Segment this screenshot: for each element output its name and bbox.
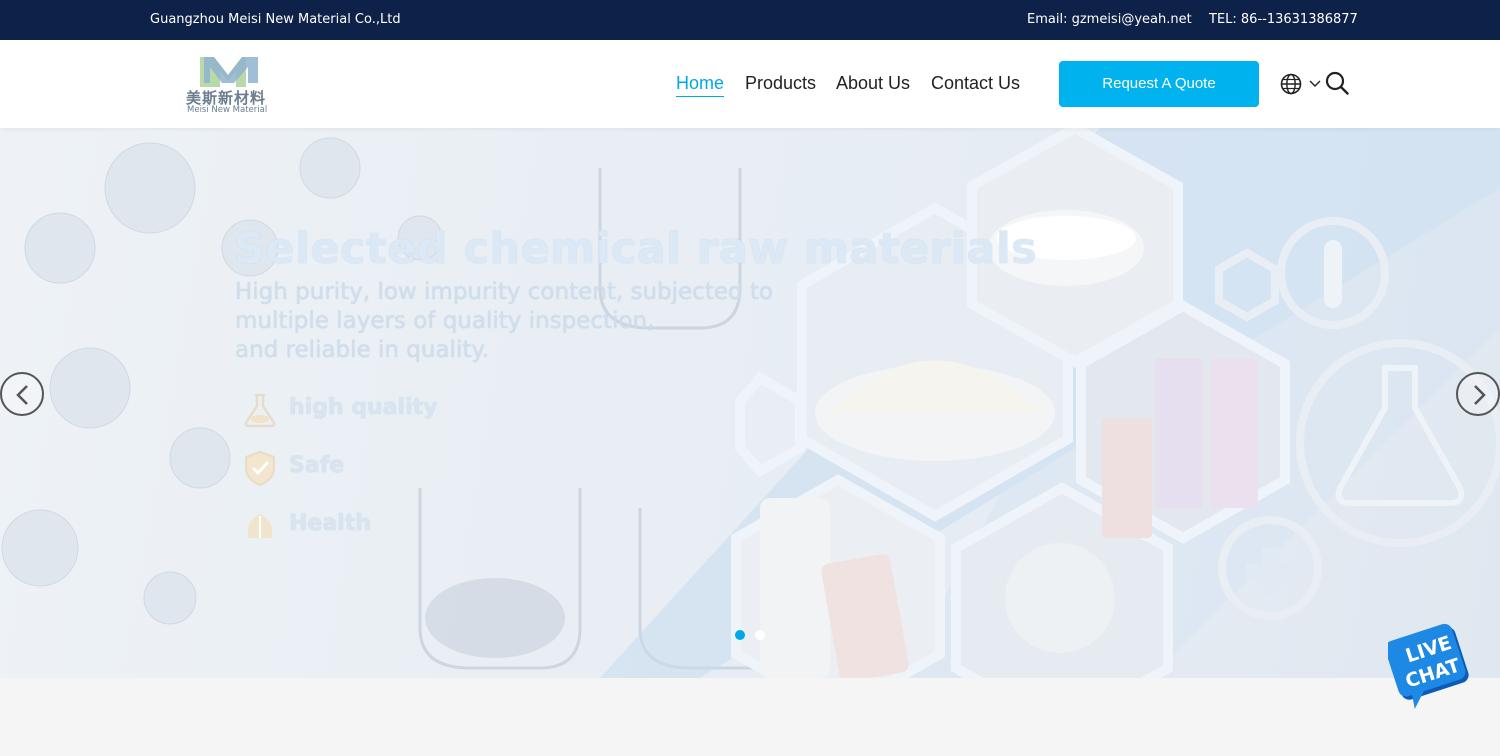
carousel-next-button[interactable] <box>1456 372 1500 416</box>
hero-subtitle-line: and reliable in quality. <box>235 337 489 363</box>
logo-english-text: Meisi New Material <box>187 105 268 115</box>
search-icon[interactable] <box>1325 71 1349 95</box>
flask-icon <box>244 393 276 428</box>
shield-check-icon <box>245 450 275 487</box>
hero-background-image <box>1 128 1500 678</box>
globe-icon[interactable] <box>1280 73 1302 95</box>
feature-label: Safe <box>289 453 345 478</box>
chevron-down-icon[interactable] <box>1308 78 1322 90</box>
nav-about-us[interactable]: About Us <box>836 73 910 94</box>
hero-subtitle-line: High purity, low impurity content, subje… <box>235 279 773 305</box>
leaf-hand-icon <box>247 514 273 538</box>
feature-label: Health <box>289 511 371 536</box>
hero-title: Selected chemical raw materials <box>234 224 1038 274</box>
carousel-dot-active[interactable] <box>735 630 745 640</box>
company-name: Guangzhou Meisi New Material Co.,Ltd <box>150 12 401 27</box>
site-header: 美斯新材料 Meisi New Material Home Products A… <box>0 40 1500 128</box>
carousel-prev-button[interactable] <box>0 372 44 416</box>
request-quote-button[interactable]: Request A Quote <box>1059 61 1259 107</box>
contact-phone[interactable]: TEL: 86--13631386877 <box>1209 12 1358 27</box>
feature-label: high quality <box>289 395 438 420</box>
nav-products[interactable]: Products <box>745 73 816 94</box>
chevron-right-icon <box>1474 385 1486 405</box>
nav-home[interactable]: Home <box>676 73 725 97</box>
hero-subtitle-line: multiple layers of quality inspection, <box>235 308 655 334</box>
live-chat-icon[interactable]: LIVE CHAT <box>1388 620 1472 710</box>
top-bar: Guangzhou Meisi New Material Co.,Ltd Ema… <box>0 0 1500 40</box>
chevron-left-icon <box>16 385 28 405</box>
carousel-dot[interactable] <box>755 630 765 640</box>
logo-mark <box>200 57 258 87</box>
hero-subtitle: High purity, low impurity content, subje… <box>235 278 835 365</box>
site-logo[interactable]: 美斯新材料 Meisi New Material <box>186 53 276 117</box>
nav-contact-us[interactable]: Contact Us <box>931 73 1020 94</box>
hero-banner: Selected chemical raw materials High pur… <box>0 128 1500 678</box>
contact-email[interactable]: Email: gzmeisi@yeah.net <box>1027 12 1192 27</box>
